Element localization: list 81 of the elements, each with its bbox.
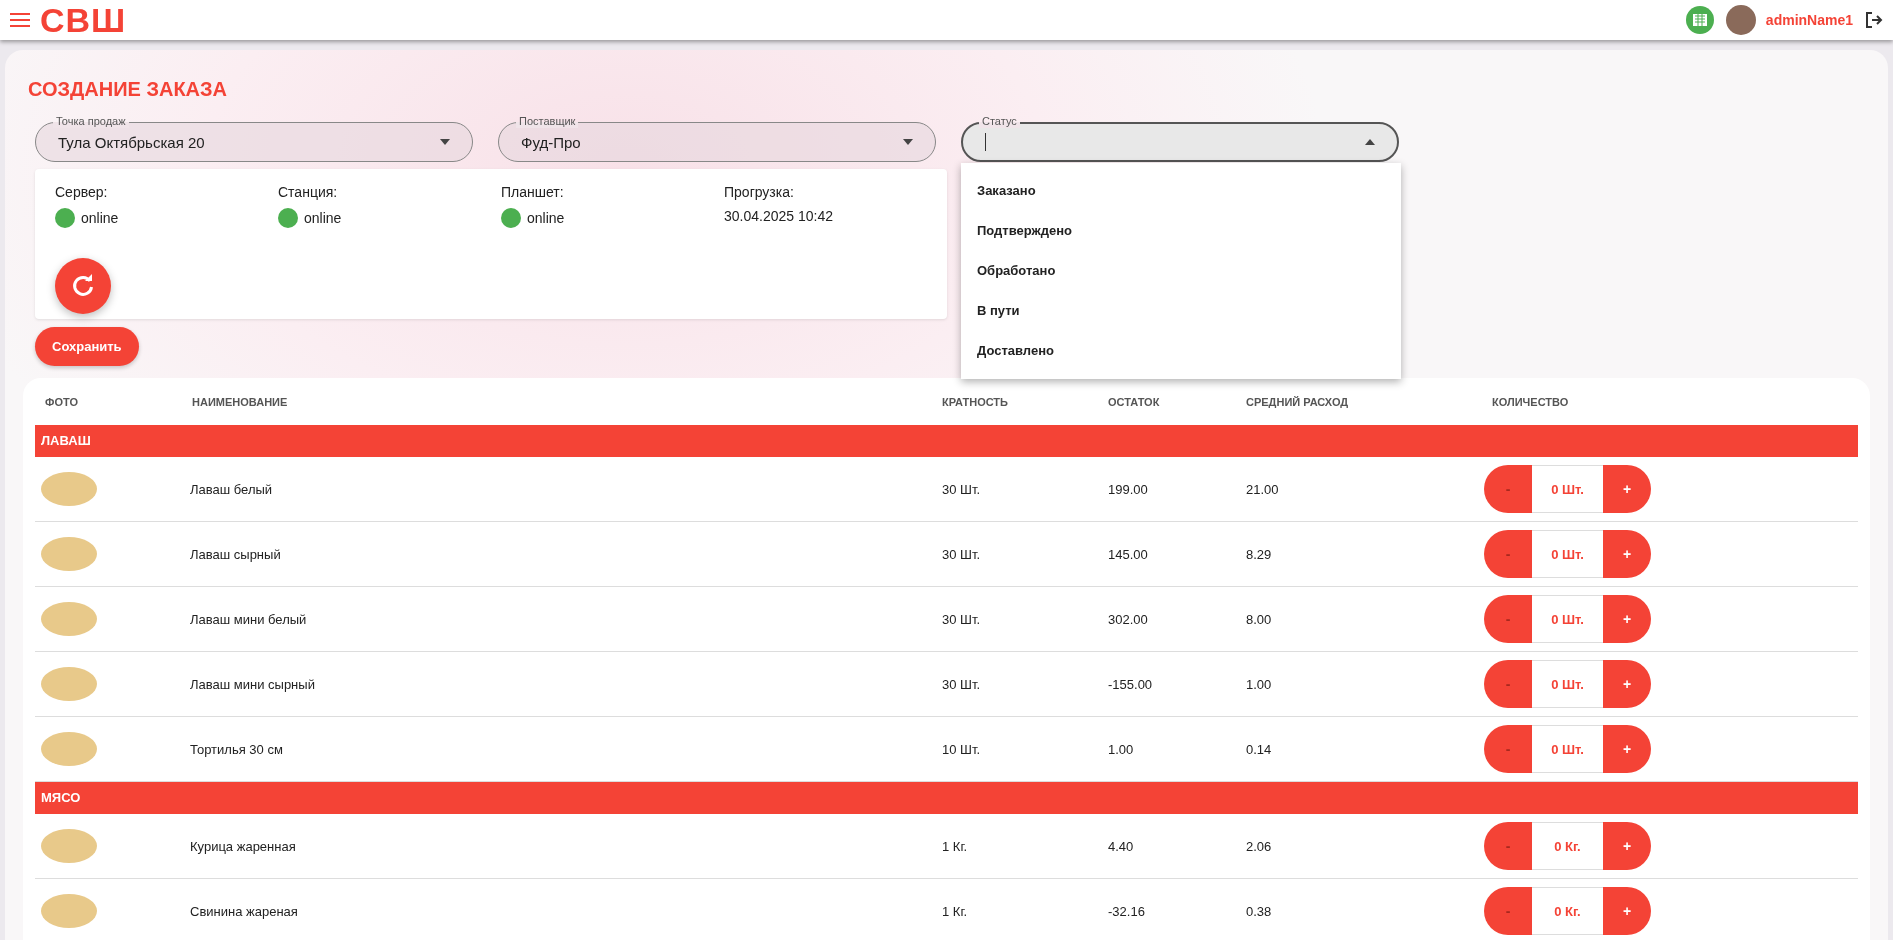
group-header: ЛАВАШ <box>35 425 1858 457</box>
column-header: ОСТАТОК <box>1107 395 1161 408</box>
table-cell-text: 8.29 <box>1245 546 1273 562</box>
increment-button[interactable]: + <box>1603 660 1651 708</box>
table-cell-text: 4.40 <box>1107 838 1135 854</box>
menu-item[interactable]: Заказано <box>961 171 1401 211</box>
status-label: Прогрузка: <box>724 184 795 200</box>
status-value: online <box>304 210 342 226</box>
menu-item[interactable]: Доставлено <box>961 331 1401 371</box>
refresh-button[interactable] <box>55 258 111 314</box>
table-cell-text: 2.06 <box>1245 838 1273 854</box>
status-label: Сервер: <box>55 184 109 200</box>
table-cell-text: 8.00 <box>1245 611 1273 627</box>
photo-placeholder <box>41 472 97 506</box>
caret-icon[interactable] <box>440 139 450 145</box>
group-header: МЯСО <box>35 782 1858 814</box>
table-cell-text: 21.00 <box>1245 481 1280 497</box>
increment-button[interactable]: + <box>1603 822 1651 870</box>
status-value: 30.04.2025 10:42 <box>724 208 833 224</box>
increment-button[interactable]: + <box>1603 530 1651 578</box>
table-cell-text: 1 Кг. <box>941 903 969 919</box>
table-cell-text: 145.00 <box>1107 546 1149 562</box>
username[interactable]: adminName1 <box>1765 12 1853 28</box>
increment-button[interactable]: + <box>1603 725 1651 773</box>
photo-placeholder <box>41 602 97 636</box>
table-cell-text: 30 Шт. <box>941 481 982 497</box>
column-header: КРАТНОСТЬ <box>941 395 1009 408</box>
avatar[interactable] <box>1725 5 1756 35</box>
field-value: Тула Октябрьская 20 <box>58 133 206 151</box>
increment-button[interactable]: + <box>1603 465 1651 513</box>
table-cell-text: 302.00 <box>1107 611 1149 627</box>
text-cursor <box>985 133 986 151</box>
save-button[interactable]: Сохранить <box>35 327 139 366</box>
column-header: ФОТО <box>44 395 79 408</box>
logout-icon[interactable] <box>1865 11 1883 29</box>
menu-item[interactable]: Обработано <box>961 251 1401 291</box>
field-value: Фуд-Про <box>521 133 582 151</box>
status-value: online <box>81 210 119 226</box>
field-label: Точка продаж <box>53 115 129 128</box>
logo[interactable]: СВШ <box>40 3 127 37</box>
page-title: СОЗДАНИЕ ЗАКАЗА <box>28 78 229 101</box>
photo-placeholder <box>41 829 97 863</box>
column-header: СРЕДНИЙ РАСХОД <box>1245 395 1350 408</box>
spreadsheet-icon[interactable] <box>1685 6 1714 34</box>
status-label: Станция: <box>278 184 339 200</box>
table-cell-text: Лаваш мини сырный <box>189 676 316 692</box>
table-cell-text: Тортилья 30 см <box>189 741 284 757</box>
menu-item[interactable]: В пути <box>961 291 1401 331</box>
table-cell-text: 199.00 <box>1107 481 1149 497</box>
increment-button[interactable]: + <box>1603 887 1651 935</box>
table-cell-text: 0.38 <box>1245 903 1273 919</box>
table-cell-text: Лаваш белый <box>189 481 274 497</box>
table-cell-text: Лаваш сырный <box>189 546 282 562</box>
table-cell-text: 1 Кг. <box>941 838 969 854</box>
table-cell-text: 1.00 <box>1245 676 1273 692</box>
photo-placeholder <box>41 537 97 571</box>
caret-icon[interactable] <box>903 139 913 145</box>
increment-button[interactable]: + <box>1603 595 1651 643</box>
table-cell-text: 30 Шт. <box>941 611 982 627</box>
table-cell-text: Лаваш мини белый <box>189 611 308 627</box>
status-label: Планшет: <box>501 184 565 200</box>
table-cell-text: Курица жаренная <box>189 838 297 854</box>
column-header: КОЛИЧЕСТВО <box>1491 395 1570 408</box>
caret-icon[interactable] <box>1365 139 1375 145</box>
table-cell-text: 0.14 <box>1245 741 1273 757</box>
status-value: online <box>527 210 565 226</box>
table-cell-text: Свинина жареная <box>189 903 299 919</box>
photo-placeholder <box>41 667 97 701</box>
refresh-icon <box>70 273 96 299</box>
table-cell-text: -32.16 <box>1107 903 1146 919</box>
menu-item[interactable]: Подтверждено <box>961 211 1401 251</box>
table-cell-text: 30 Шт. <box>941 546 982 562</box>
table-cell-text: 1.00 <box>1107 741 1135 757</box>
table-cell-text: 10 Шт. <box>941 741 982 757</box>
photo-placeholder <box>41 732 97 766</box>
photo-placeholder <box>41 894 97 928</box>
table-cell-text: 30 Шт. <box>941 676 982 692</box>
column-header: НАИМЕНОВАНИЕ <box>191 395 289 408</box>
menu-icon[interactable] <box>10 13 30 27</box>
table-cell-text: -155.00 <box>1107 676 1154 692</box>
field-label: Поставщик <box>516 115 579 128</box>
